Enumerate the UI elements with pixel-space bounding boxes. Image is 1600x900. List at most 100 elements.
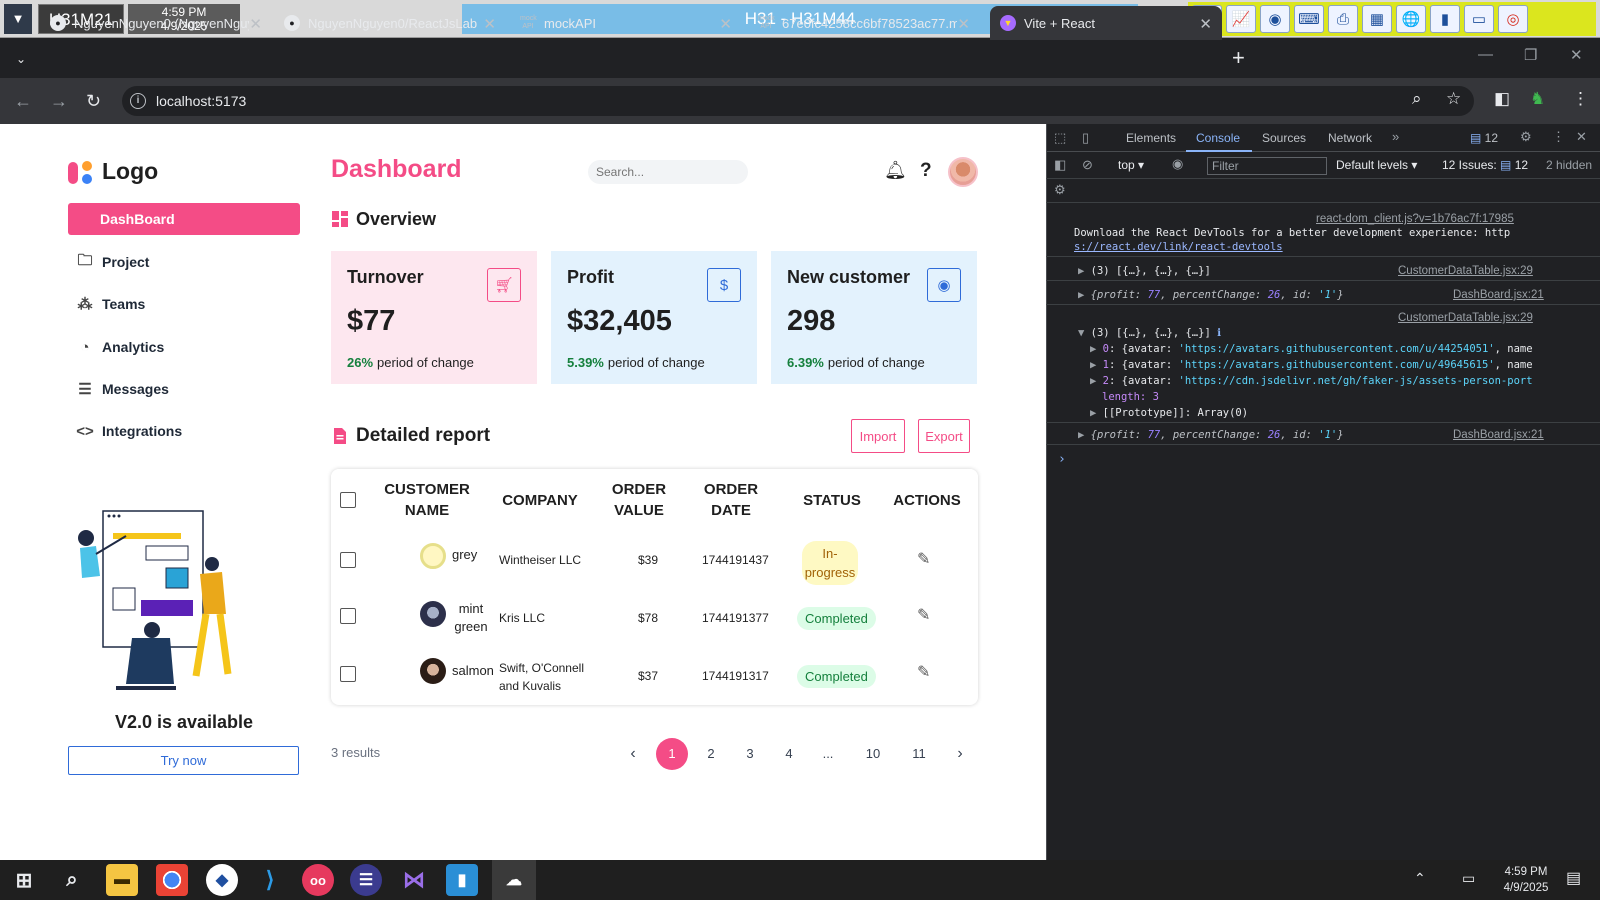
react-devtools-link[interactable]: s://react.dev/link/react-devtools — [1074, 241, 1283, 253]
bell-icon[interactable]: 🔔︎ — [884, 160, 907, 181]
row-checkbox[interactable] — [340, 552, 356, 568]
chevron-up-icon[interactable]: ⌃ — [1414, 870, 1426, 887]
tab-mockapi-endpoint[interactable]: mock API 67e0fc4258cc6bf78523ac77.m ✕ — [748, 6, 980, 40]
chat-icon[interactable]: ▭ — [1464, 5, 1494, 33]
browser-menu-icon[interactable]: ⋮ — [1572, 89, 1589, 109]
vscode-icon[interactable]: ⟩ — [254, 864, 286, 896]
tab-vite-react[interactable]: ▼ Vite + React ✕ — [990, 6, 1222, 40]
network-icon[interactable]: ▭ — [1462, 870, 1475, 887]
close-icon[interactable]: ✕ — [719, 15, 732, 33]
console-filter-input[interactable]: Filter — [1207, 157, 1327, 175]
eye-icon[interactable]: ◉ — [1172, 156, 1183, 172]
issues-badge[interactable]: ▤ 12 — [1470, 131, 1498, 145]
printer-icon[interactable]: ⎙ — [1328, 5, 1358, 33]
search-input[interactable] — [588, 160, 748, 184]
file-explorer-icon[interactable]: ▬ — [106, 864, 138, 896]
log-levels-select[interactable]: Default levels ▾ — [1336, 158, 1417, 172]
disc-icon[interactable]: ◉ — [1260, 5, 1290, 33]
edit-pencil-icon[interactable]: ✎ — [917, 662, 930, 682]
close-icon[interactable]: ✕ — [249, 15, 262, 33]
keyboard-icon[interactable]: ⌨ — [1294, 5, 1324, 33]
console-prompt-icon[interactable]: › — [1058, 452, 1066, 467]
minimize-icon[interactable]: — — [1478, 46, 1493, 63]
console-source-link[interactable]: CustomerDataTable.jsx:29 — [1398, 265, 1533, 277]
devtools-close-icon[interactable]: ✕ — [1576, 129, 1587, 145]
export-button[interactable]: Export — [918, 419, 970, 453]
new-tab-button[interactable]: + — [1232, 47, 1245, 69]
console-log-entry[interactable]: ▶ {profit: 77, percentChange: 26, id: '1… — [1078, 289, 1344, 301]
chrome-icon[interactable] — [156, 864, 188, 896]
column-header[interactable]: ORDER DATE — [691, 469, 771, 531]
settings-gear-icon[interactable]: ⚙ — [1520, 129, 1532, 145]
console-source-link[interactable]: react-dom_client.js?v=1b76ac7f:17985 — [1316, 213, 1514, 225]
notes-icon[interactable]: ▮ — [446, 864, 478, 896]
bookmark-star-icon[interactable]: ☆ — [1446, 89, 1461, 109]
issues-link[interactable]: 12 Issues: ▤ 12 — [1442, 158, 1528, 172]
tab-network[interactable]: Network — [1328, 131, 1372, 145]
sidebar-item-analytics[interactable]: ◔ Analytics — [68, 331, 300, 363]
lifebuoy-icon[interactable]: ◎ — [1498, 5, 1528, 33]
sidebar-item-integrations[interactable]: <> Integrations — [68, 415, 300, 447]
tab-console[interactable]: Console — [1196, 131, 1240, 145]
tab-elements[interactable]: Elements — [1126, 131, 1176, 145]
globe-icon[interactable]: 🌐 — [1396, 5, 1426, 33]
sidebar-item-messages[interactable]: ☰ Messages — [68, 373, 300, 405]
import-button[interactable]: Import — [851, 419, 905, 453]
forward-arrow-icon[interactable]: → — [50, 91, 68, 111]
row-checkbox[interactable] — [340, 666, 356, 682]
back-arrow-icon[interactable]: ← — [14, 91, 32, 111]
book-icon[interactable]: ▮ — [1430, 5, 1460, 33]
console-source-link[interactable]: DashBoard.jsx:21 — [1453, 429, 1544, 441]
restore-icon[interactable]: ❐ — [1524, 46, 1537, 64]
chevron-right-icon[interactable]: › — [944, 738, 976, 770]
app-icon[interactable]: ◆ — [206, 864, 238, 896]
column-header[interactable]: ACTIONS — [883, 469, 971, 531]
help-icon[interactable]: ? — [920, 160, 932, 182]
search-icon[interactable]: ⌕ — [56, 864, 88, 896]
try-now-button[interactable]: Try now — [68, 746, 299, 775]
page-button[interactable]: 4 — [773, 738, 805, 770]
tab-sources[interactable]: Sources — [1262, 131, 1306, 145]
clear-console-icon[interactable]: ⊘ — [1082, 157, 1093, 173]
console-source-link[interactable]: CustomerDataTable.jsx:29 — [1398, 312, 1533, 324]
taskbar-clock[interactable]: 4:59 PM 4/9/2025 — [1496, 864, 1556, 896]
side-panel-icon[interactable]: ◧ — [1494, 89, 1510, 109]
dollar-icon[interactable]: $ — [707, 268, 741, 302]
page-button[interactable]: 10 — [857, 738, 889, 770]
eclipse-icon[interactable]: ☰ — [350, 864, 382, 896]
sidebar-item-project[interactable]: 🗀 Project — [68, 246, 300, 278]
console-array-item[interactable]: ▶ 1: {avatar: 'https://avatars.githubuse… — [1090, 359, 1533, 371]
site-info-icon[interactable]: i — [130, 93, 146, 109]
chevron-left-icon[interactable]: ‹ — [617, 738, 649, 770]
column-header[interactable]: COMPANY — [491, 469, 589, 531]
device-toggle-icon[interactable]: ▯ — [1082, 130, 1089, 146]
devtools-menu-icon[interactable]: ⋮ — [1552, 129, 1565, 145]
close-icon[interactable]: ✕ — [1199, 15, 1212, 33]
remote-desktop-icon[interactable]: ☁ — [492, 860, 536, 900]
page-button[interactable]: 11 — [903, 738, 935, 770]
console-source-link[interactable]: DashBoard.jsx:21 — [1453, 289, 1544, 301]
visual-studio-icon[interactable]: ⋈ — [398, 864, 430, 896]
close-icon[interactable]: ✕ — [483, 15, 496, 33]
page-button-current[interactable]: 1 — [656, 738, 688, 770]
extension-icon[interactable]: ♞ — [1530, 89, 1545, 109]
sidebar-item-dashboard[interactable]: DashBoard — [68, 203, 300, 235]
edit-pencil-icon[interactable]: ✎ — [917, 549, 930, 569]
sidebar-item-teams[interactable]: ⁂ Teams — [68, 288, 300, 320]
inspect-icon[interactable]: ⬚ — [1054, 130, 1066, 146]
recorder-icon[interactable]: oo — [302, 864, 334, 896]
page-button[interactable]: 3 — [734, 738, 766, 770]
console-array-item[interactable]: ▶ 2: {avatar: 'https://cdn.jsdelivr.net/… — [1090, 375, 1533, 387]
row-checkbox[interactable] — [340, 608, 356, 624]
console-array-item[interactable]: ▶ 0: {avatar: 'https://avatars.githubuse… — [1090, 343, 1533, 355]
console-log-entry[interactable]: ▶ {profit: 77, percentChange: 26, id: '1… — [1078, 429, 1344, 441]
reload-icon[interactable]: ↻ — [86, 91, 101, 111]
user-circle-icon[interactable]: ◉ — [927, 268, 961, 302]
console-settings-gear-icon[interactable]: ⚙ — [1054, 182, 1066, 198]
cart-icon[interactable]: 🛒︎ — [487, 268, 521, 302]
column-header[interactable]: ORDER VALUE — [599, 469, 679, 531]
tab-github-profile[interactable]: ● NguyenNguyen0 (NguyenNguy ✕ — [40, 6, 272, 40]
avatar[interactable] — [948, 157, 978, 187]
tab-github-repo[interactable]: ● NguyenNguyen0/ReactJsLab ✕ — [274, 6, 506, 40]
address-bar[interactable]: localhost:5173 — [122, 86, 1474, 116]
